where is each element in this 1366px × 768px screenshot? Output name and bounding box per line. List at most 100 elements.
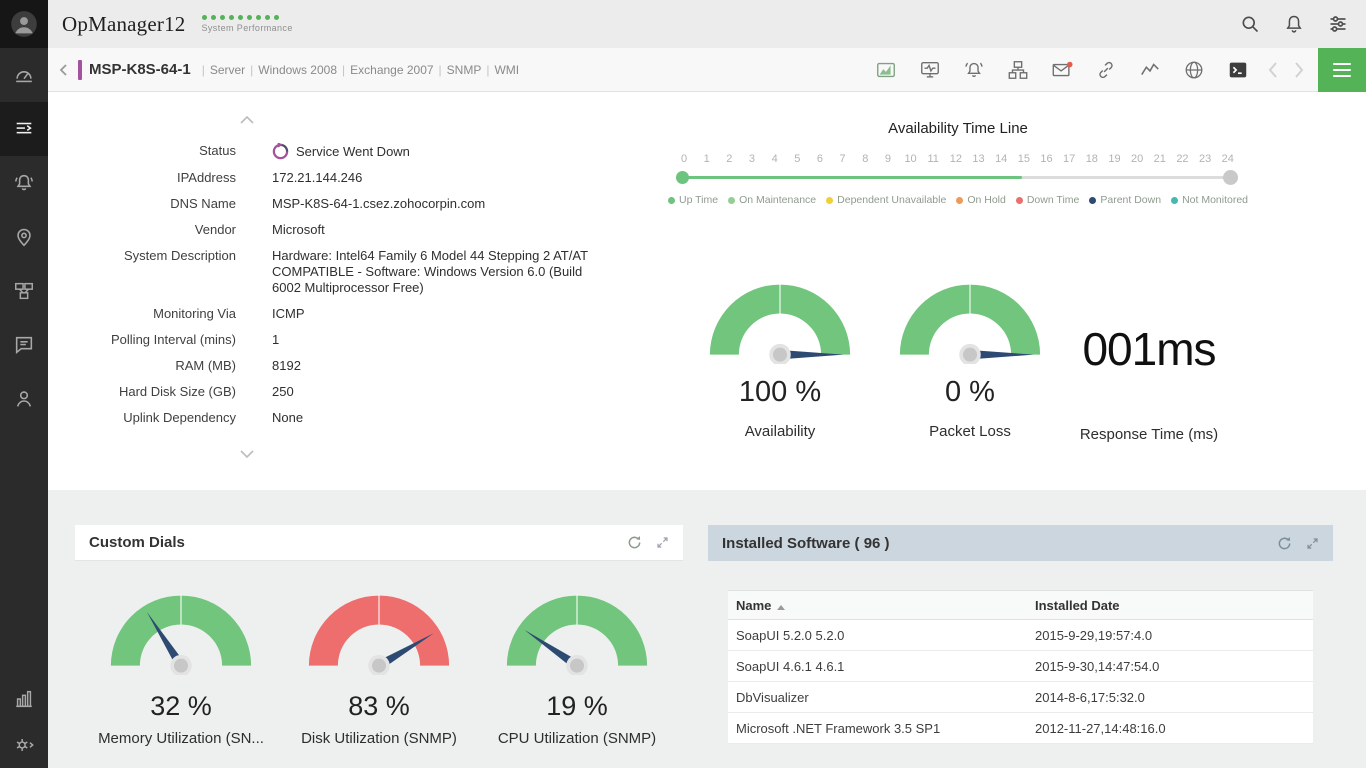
sidebar-item-alarms[interactable] bbox=[0, 156, 48, 210]
gauge-value: 0 % bbox=[945, 376, 995, 409]
gauge-label: Availability bbox=[745, 423, 816, 440]
legend-dot bbox=[956, 197, 963, 204]
timeline-ticks: 0123456789101112131415161718192021222324 bbox=[676, 153, 1236, 165]
table-row[interactable]: SoapUI 4.6.1 4.6.12015-9-30,14:47:54.0 bbox=[728, 651, 1313, 682]
software-name: Microsoft .NET Framework 3.5 SP1 bbox=[728, 721, 1027, 736]
detail-label: Polling Interval (mins) bbox=[48, 327, 236, 353]
tag-separator: | bbox=[486, 63, 489, 77]
legend-label: Down Time bbox=[1027, 194, 1080, 206]
timeline-tick: 4 bbox=[767, 153, 783, 165]
device-tree-icon[interactable] bbox=[996, 48, 1040, 92]
sidebar-item-users[interactable] bbox=[0, 372, 48, 426]
software-table: Name Installed Date SoapUI 5.2.0 5.2.020… bbox=[728, 590, 1313, 744]
app-subtitle: System Performance bbox=[202, 23, 293, 33]
chevron-right-icon[interactable] bbox=[1286, 48, 1312, 92]
timeline-title: Availability Time Line bbox=[658, 120, 1258, 137]
detail-label: Monitoring Via bbox=[48, 301, 236, 327]
alarm-alert-icon[interactable] bbox=[952, 48, 996, 92]
dial-label: CPU Utilization (SNMP) bbox=[498, 730, 656, 747]
timeline-tick: 11 bbox=[925, 153, 941, 165]
details-collapse-down-icon[interactable] bbox=[240, 450, 270, 458]
software-installed-date: 2012-11-27,14:48:16.0 bbox=[1027, 721, 1313, 736]
map-pin-icon bbox=[13, 226, 35, 248]
legend-item: On Hold bbox=[956, 194, 1006, 206]
notifications-bell-icon[interactable] bbox=[1272, 0, 1316, 48]
device-tag: Exchange 2007 bbox=[350, 63, 433, 77]
menu-button[interactable] bbox=[1318, 48, 1366, 92]
opmanager-app: OpManager12 System Performance MSP-K8S-6… bbox=[0, 0, 1366, 768]
dashboard-icon bbox=[13, 64, 35, 86]
kpi-gauges: 100 %Availability0 %Packet Loss bbox=[685, 278, 1065, 440]
column-header-installed-date[interactable]: Installed Date bbox=[1027, 598, 1313, 613]
widgets-section: Custom Dials 32 %Memory Utilization (SN.… bbox=[48, 490, 1366, 768]
custom-dial: 32 %Memory Utilization (SN... bbox=[83, 589, 279, 747]
sidebar-item-inventory[interactable] bbox=[0, 102, 48, 156]
chat-icon bbox=[13, 334, 35, 356]
service-down-icon bbox=[272, 143, 289, 160]
details-collapse-up-icon[interactable] bbox=[240, 116, 270, 124]
terminal-icon[interactable] bbox=[1216, 48, 1260, 92]
timeline-tick: 9 bbox=[880, 153, 896, 165]
table-row[interactable]: SoapUI 5.2.0 5.2.02015-9-29,19:57:4.0 bbox=[728, 620, 1313, 651]
performance-chart-icon[interactable] bbox=[864, 48, 908, 92]
table-row[interactable]: Microsoft .NET Framework 3.5 SP12012-11-… bbox=[728, 713, 1313, 744]
dial-value: 32 % bbox=[150, 691, 212, 722]
logo-dot bbox=[265, 15, 270, 20]
gauge-label: Packet Loss bbox=[929, 423, 1011, 440]
expand-icon[interactable] bbox=[1306, 537, 1319, 550]
timeline-tick: 20 bbox=[1129, 153, 1145, 165]
refresh-icon[interactable] bbox=[1277, 536, 1292, 551]
timeline-tick: 6 bbox=[812, 153, 828, 165]
legend-dot bbox=[1171, 197, 1178, 204]
sidebar-item-networks[interactable] bbox=[0, 264, 48, 318]
dial-value: 19 % bbox=[546, 691, 608, 722]
timeline-bar[interactable] bbox=[681, 176, 1231, 179]
sidebar-item-dashboard[interactable] bbox=[0, 48, 48, 102]
legend-item: Up Time bbox=[668, 194, 718, 206]
legend-dot bbox=[1089, 197, 1096, 204]
back-chevron-icon[interactable] bbox=[48, 48, 78, 92]
custom-dial: 83 %Disk Utilization (SNMP) bbox=[281, 589, 477, 747]
detail-value: MSP-K8S-64-1.csez.zohocorpin.com bbox=[272, 191, 602, 217]
detail-label: RAM (MB) bbox=[48, 353, 236, 379]
status-text: Service Went Down bbox=[296, 144, 410, 160]
table-row[interactable]: DbVisualizer2014-8-6,17:5:32.0 bbox=[728, 682, 1313, 713]
sidebar-item-reports[interactable] bbox=[0, 676, 48, 722]
mail-alert-icon[interactable] bbox=[1040, 48, 1084, 92]
dependency-link-icon[interactable] bbox=[1084, 48, 1128, 92]
legend-label: On Hold bbox=[967, 194, 1006, 206]
device-tags: |Server|Windows 2008|Exchange 2007|SNMP|… bbox=[197, 63, 519, 77]
app-logo: OpManager12 bbox=[62, 12, 186, 37]
custom-dials-title: Custom Dials bbox=[89, 534, 185, 551]
logo-dot bbox=[229, 15, 234, 20]
web-globe-icon[interactable] bbox=[1172, 48, 1216, 92]
installed-software-panel: Installed Software ( 96 ) Name Installed… bbox=[708, 525, 1333, 744]
sidebar-item-chat[interactable] bbox=[0, 318, 48, 372]
timeline-tick: 0 bbox=[676, 153, 692, 165]
software-installed-date: 2015-9-30,14:47:54.0 bbox=[1027, 659, 1313, 674]
gauge-dial bbox=[705, 278, 855, 364]
refresh-icon[interactable] bbox=[627, 535, 642, 550]
logo-dot bbox=[256, 15, 261, 20]
timeline-start-dot[interactable] bbox=[676, 171, 689, 184]
device-snapshot-page: StatusService Went DownIPAddress172.21.1… bbox=[48, 92, 1366, 768]
response-graph-icon[interactable] bbox=[1128, 48, 1172, 92]
user-avatar[interactable] bbox=[0, 0, 48, 48]
detail-label: Status bbox=[48, 138, 236, 165]
chevron-left-icon[interactable] bbox=[1260, 48, 1286, 92]
settings-sliders-icon[interactable] bbox=[1316, 0, 1360, 48]
user-icon bbox=[13, 388, 35, 410]
expand-icon[interactable] bbox=[656, 536, 669, 549]
timeline-end-dot[interactable] bbox=[1223, 170, 1238, 185]
search-icon[interactable] bbox=[1228, 0, 1272, 48]
sidebar-item-settings[interactable] bbox=[0, 722, 48, 768]
detail-value: Service Went Down bbox=[272, 138, 602, 165]
tag-separator: | bbox=[250, 63, 253, 77]
device-monitor-icon[interactable] bbox=[908, 48, 952, 92]
column-header-name[interactable]: Name bbox=[728, 598, 1027, 613]
left-sidebar bbox=[0, 0, 48, 768]
tag-separator: | bbox=[342, 63, 345, 77]
sidebar-item-maps[interactable] bbox=[0, 210, 48, 264]
timeline-tick: 14 bbox=[993, 153, 1009, 165]
device-tag: Server bbox=[210, 63, 245, 77]
